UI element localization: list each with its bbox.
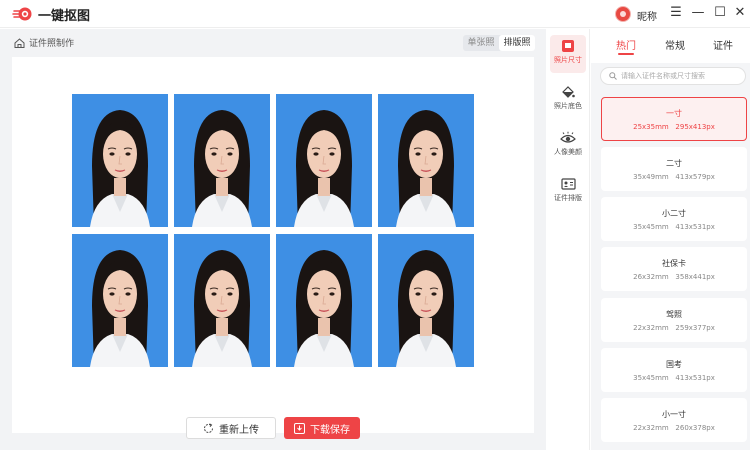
search-box: [600, 67, 746, 85]
tool-rail: 照片尺寸 照片底色 人像美颜 证件排版: [546, 29, 590, 450]
size-option-card[interactable]: 小二寸 35x45mm 413x531px: [601, 197, 747, 241]
size-dimensions: 35x49mm 413x579px: [601, 173, 747, 181]
download-save-button[interactable]: 下载保存: [284, 417, 360, 439]
size-px: 413x579px: [675, 173, 715, 181]
rail-label: 照片尺寸: [554, 56, 582, 64]
reupload-button[interactable]: 重新上传: [186, 417, 276, 439]
tab-certificate[interactable]: 证件: [713, 37, 733, 52]
download-icon: [294, 422, 305, 434]
rail-item-bg-color[interactable]: 照片底色: [550, 81, 586, 119]
maximize-icon[interactable]: ☐: [710, 3, 730, 23]
size-option-card[interactable]: 一寸 25x35mm 295x413px: [601, 97, 747, 141]
download-label: 下载保存: [310, 424, 350, 436]
size-dimensions: 35x45mm 413x531px: [601, 374, 747, 382]
size-dimensions: 22x32mm 260x378px: [601, 424, 747, 432]
size-px: 295x413px: [675, 123, 715, 131]
size-mm: 35x45mm: [633, 223, 669, 231]
mode-tabs: 单张照 排版照: [463, 35, 535, 51]
paint-bucket-icon: [562, 86, 575, 98]
rail-item-id-layout[interactable]: 证件排版: [550, 173, 586, 211]
menu-icon[interactable]: ☰: [666, 3, 686, 23]
title-bar: 一键抠图 昵称 ☰ — ☐ ✕: [0, 0, 750, 28]
close-icon[interactable]: ✕: [730, 3, 750, 23]
id-layout-icon: [560, 178, 576, 190]
tab-regular[interactable]: 常规: [665, 37, 685, 52]
id-photo-8: [378, 234, 474, 367]
size-name: 驾照: [666, 310, 682, 319]
size-option-card[interactable]: 社保卡 26x32mm 358x441px: [601, 247, 747, 291]
size-option-card[interactable]: 驾照 22x32mm 259x377px: [601, 298, 747, 342]
photo-size-icon: [562, 40, 574, 52]
eye-beauty-icon: [560, 131, 576, 143]
size-name: 小一寸: [662, 410, 686, 419]
size-dimensions: 26x32mm 358x441px: [601, 273, 747, 281]
home-back-icon: [14, 37, 25, 48]
search-input[interactable]: [621, 72, 741, 80]
size-mm: 35x45mm: [633, 374, 669, 382]
id-photo-4: [378, 94, 474, 227]
rail-label: 照片底色: [554, 102, 582, 110]
photo-canvas: [12, 57, 534, 433]
tab-single-photo[interactable]: 单张照: [463, 35, 499, 51]
size-name: 一寸: [666, 109, 682, 118]
refresh-icon: [204, 422, 213, 433]
minimize-icon[interactable]: —: [688, 3, 708, 23]
size-dimensions: 22x32mm 259x377px: [601, 324, 747, 332]
size-dimensions: 25x35mm 295x413px: [602, 123, 746, 131]
tab-hot[interactable]: 热门: [616, 37, 636, 52]
avatar[interactable]: [615, 6, 631, 22]
size-mm: 25x35mm: [633, 123, 669, 131]
rail-item-beauty[interactable]: 人像美颜: [550, 127, 586, 165]
reupload-label: 重新上传: [219, 424, 259, 436]
size-px: 358x441px: [675, 273, 715, 281]
size-px: 413x531px: [675, 374, 715, 382]
breadcrumb-label: 证件照制作: [29, 39, 75, 49]
nickname[interactable]: 昵称: [637, 8, 657, 23]
size-option-card[interactable]: 小一寸 22x32mm 260x378px: [601, 398, 747, 442]
rail-label: 人像美颜: [554, 148, 582, 156]
size-mm: 22x32mm: [633, 424, 669, 432]
id-photo-7: [276, 234, 372, 367]
breadcrumb[interactable]: 证件照制作: [14, 36, 74, 49]
size-option-card[interactable]: 二寸 35x49mm 413x579px: [601, 147, 747, 191]
rail-label: 证件排版: [554, 194, 582, 202]
size-name: 社保卡: [662, 259, 686, 268]
size-name: 国考: [666, 360, 682, 369]
tab-layout-photo[interactable]: 排版照: [499, 35, 535, 51]
id-photo-3: [276, 94, 372, 227]
size-mm: 26x32mm: [633, 273, 669, 281]
category-tabs: 热门 常规 证件: [591, 29, 750, 63]
size-mm: 22x32mm: [633, 324, 669, 332]
size-px: 413x531px: [675, 223, 715, 231]
search-icon: [609, 72, 617, 80]
app-title: 一键抠图: [38, 9, 91, 24]
size-name: 小二寸: [662, 209, 686, 218]
size-px: 260x378px: [675, 424, 715, 432]
id-photo-6: [174, 234, 270, 367]
active-tab-indicator: [618, 53, 634, 55]
size-dimensions: 35x45mm 413x531px: [601, 223, 747, 231]
size-name: 二寸: [666, 159, 682, 168]
size-mm: 35x49mm: [633, 173, 669, 181]
workspace: 证件照制作 单张照 排版照 重新上传 下载保存: [0, 29, 546, 450]
id-photo-1: [72, 94, 168, 227]
size-px: 259x377px: [675, 324, 715, 332]
rail-item-photo-size[interactable]: 照片尺寸: [550, 35, 586, 73]
id-photo-2: [174, 94, 270, 227]
id-photo-5: [72, 234, 168, 367]
size-panel: 热门 常规 证件 一寸 25x35mm 295x413px 二寸 35x49mm 41…: [591, 29, 750, 450]
size-option-card[interactable]: 国考 35x45mm 413x531px: [601, 348, 747, 392]
app-logo-icon: [12, 7, 32, 21]
